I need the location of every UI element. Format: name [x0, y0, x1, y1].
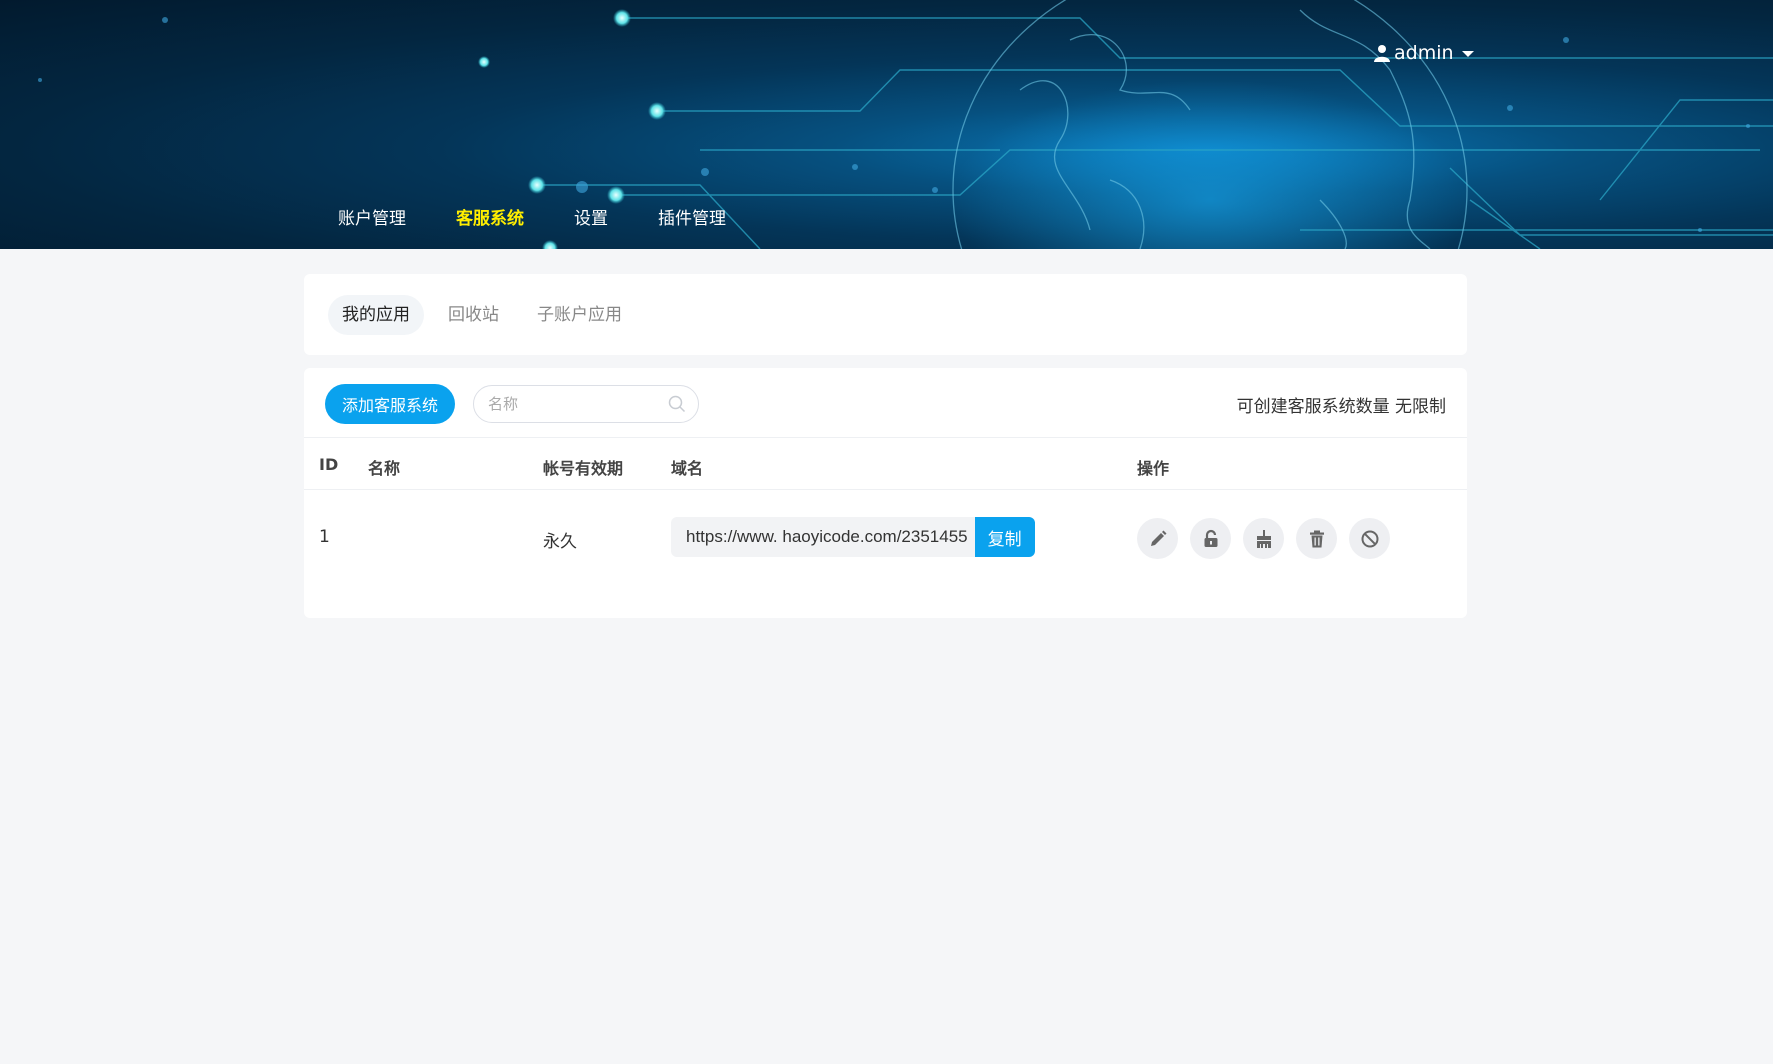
- nav-item-support-system[interactable]: 客服系统: [456, 206, 524, 232]
- search-box: [473, 385, 699, 423]
- broom-icon: [1256, 529, 1271, 548]
- table-row: 1 永久 https://www. haoyicode.com/2351455 …: [304, 490, 1467, 584]
- domain-value[interactable]: https://www. haoyicode.com/2351455: [671, 517, 975, 557]
- circuit-globe-background: [38, 0, 1773, 249]
- user-menu[interactable]: admin: [1374, 40, 1474, 66]
- nav-item-plugins[interactable]: 插件管理: [658, 206, 726, 232]
- clean-button[interactable]: [1243, 518, 1284, 559]
- tabs-card: 我的应用 回收站 子账户应用: [304, 274, 1467, 355]
- table-header: ID 名称 帐号有效期 域名 操作: [304, 439, 1467, 490]
- copy-button[interactable]: 复制: [974, 517, 1035, 557]
- nav-item-settings[interactable]: 设置: [574, 206, 608, 232]
- edit-button[interactable]: [1137, 518, 1178, 559]
- user-icon: [1374, 45, 1390, 62]
- disable-button[interactable]: [1349, 518, 1390, 559]
- col-header-name: 名称: [368, 459, 401, 478]
- delete-button[interactable]: [1296, 518, 1337, 559]
- toolbar: 添加客服系统 可创建客服系统数量 无限制: [304, 368, 1467, 438]
- search-input[interactable]: [488, 395, 668, 413]
- domain-field: https://www. haoyicode.com/2351455 复制: [671, 517, 1035, 557]
- ban-icon: [1361, 530, 1378, 547]
- unlock-icon: [1204, 529, 1217, 547]
- nav-item-account[interactable]: 账户管理: [338, 206, 406, 232]
- quota-label: 可创建客服系统数量: [1236, 397, 1390, 417]
- unlock-button[interactable]: [1190, 518, 1231, 559]
- col-header-id: ID: [319, 455, 339, 474]
- edit-icon: [1150, 530, 1166, 546]
- tab-recycle-bin[interactable]: 回收站: [434, 295, 513, 335]
- cell-expiry: 永久: [543, 532, 577, 552]
- apps-card: 添加客服系统 可创建客服系统数量 无限制 ID 名称 帐号有效期 域名 操作 1…: [304, 368, 1467, 618]
- col-header-actions: 操作: [1137, 459, 1170, 478]
- tab-sub-account-apps[interactable]: 子账户应用: [523, 295, 636, 335]
- quota-info: 可创建客服系统数量 无限制: [1237, 392, 1446, 417]
- tabs: 我的应用 回收站 子账户应用: [328, 295, 636, 335]
- top-nav: 账户管理 客服系统 设置 插件管理: [338, 206, 776, 232]
- caret-down-icon: [1461, 51, 1474, 57]
- tab-my-apps[interactable]: 我的应用: [328, 295, 424, 335]
- quota-value: 无限制: [1395, 397, 1446, 417]
- col-header-expiry: 帐号有效期: [543, 459, 624, 478]
- row-actions: [1137, 518, 1390, 559]
- user-name: admin: [1394, 42, 1454, 64]
- cell-id: 1: [319, 527, 330, 547]
- add-support-system-button[interactable]: 添加客服系统: [325, 384, 455, 424]
- col-header-domain: 域名: [671, 459, 704, 478]
- search-icon[interactable]: [668, 395, 686, 413]
- trash-icon: [1309, 530, 1324, 547]
- header-banner: admin 账户管理 客服系统 设置 插件管理: [0, 0, 1773, 249]
